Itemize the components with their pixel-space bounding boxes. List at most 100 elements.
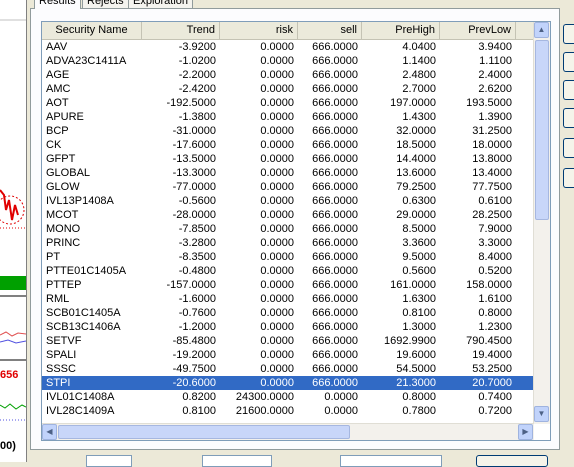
table-row[interactable]: GLOBAL -13.3000 0.0000 666.0000 13.6000 13.40… <box>42 166 536 180</box>
side-button-1[interactable] <box>563 24 574 44</box>
side-button-5[interactable] <box>563 138 574 158</box>
column-header-trend[interactable]: Trend <box>142 22 220 39</box>
table-row[interactable]: SCB01C1405A -0.7600 0.0000 666.0000 0.8100 0.… <box>42 306 536 320</box>
tab-rejects[interactable]: Rejects <box>82 0 129 8</box>
cell-prevlow: 1.1100 <box>479 55 512 67</box>
table-row[interactable]: IVL28C1409A 0.8100 21600.0000 0.0000 0.7800 0… <box>42 404 536 418</box>
table-row[interactable]: AGE -2.2000 0.0000 666.0000 2.4800 2.4000 <box>42 68 536 82</box>
table-row[interactable]: AMC -2.4200 0.0000 666.0000 2.7000 2.6200 <box>42 82 536 96</box>
table-row[interactable]: STPI -20.6000 0.0000 666.0000 21.3000 20.7000 <box>42 376 536 390</box>
tab-exploration[interactable]: Exploration <box>128 0 194 8</box>
table-row[interactable]: SSSC -49.7500 0.0000 666.0000 54.5000 53.2500 <box>42 362 536 376</box>
cell-security-name: SPALI <box>46 349 77 361</box>
cell-prehigh: 1.3000 <box>402 321 436 333</box>
scroll-down-button[interactable]: ▼ <box>534 406 549 422</box>
horizontal-scrollbar[interactable]: ◀ ▶ <box>42 423 534 440</box>
column-header-prehigh[interactable]: PreHigh <box>362 22 440 39</box>
table-row[interactable]: PTTE01C1405A -0.4800 0.0000 666.0000 0.5600 0… <box>42 264 536 278</box>
results-grid[interactable]: Security Name Trend risk sell PreHigh Pr… <box>41 21 551 441</box>
cell-security-name: GFPT <box>46 153 76 165</box>
cell-sell: 666.0000 <box>312 111 358 123</box>
horizontal-scroll-thumb[interactable] <box>58 425 350 439</box>
cell-prehigh: 32.0000 <box>396 125 436 137</box>
cell-sell: 666.0000 <box>312 125 358 137</box>
cell-risk: 0.0000 <box>260 279 294 291</box>
table-row[interactable]: IVL01C1408A 0.8200 24300.0000 0.0000 0.8000 0… <box>42 390 536 404</box>
cell-risk: 0.0000 <box>260 97 294 109</box>
vertical-scroll-thumb[interactable] <box>535 40 549 220</box>
table-row[interactable]: AOT -192.5000 0.0000 666.0000 197.0000 193.50… <box>42 96 536 110</box>
cell-trend: 0.8100 <box>182 405 216 417</box>
cell-prehigh: 0.8000 <box>402 391 436 403</box>
table-row[interactable]: MCOT -28.0000 0.0000 666.0000 29.0000 28.2500 <box>42 208 536 222</box>
table-row[interactable]: APURE -1.3800 0.0000 666.0000 1.4300 1.3900 <box>42 110 536 124</box>
cell-risk: 0.0000 <box>260 223 294 235</box>
scroll-up-button[interactable]: ▲ <box>534 22 549 38</box>
table-row[interactable]: GLOW -77.0000 0.0000 666.0000 79.2500 77.7500 <box>42 180 536 194</box>
bottom-button[interactable] <box>476 455 548 467</box>
cell-prevlow: 1.3900 <box>478 111 512 123</box>
table-row[interactable]: PRINC -3.2800 0.0000 666.0000 3.3600 3.3000 <box>42 236 536 250</box>
cell-prehigh: 4.0400 <box>402 41 436 53</box>
table-row[interactable]: BCP -31.0000 0.0000 666.0000 32.0000 31.2500 <box>42 124 536 138</box>
bottom-input-1[interactable] <box>86 455 132 467</box>
cell-prehigh: 1.4300 <box>402 111 436 123</box>
tab-results[interactable]: Results <box>34 0 81 9</box>
cell-trend: -7.8500 <box>178 223 216 235</box>
cell-trend: -13.3000 <box>172 167 216 179</box>
cell-prevlow: 0.5200 <box>478 265 512 277</box>
column-header-risk[interactable]: risk <box>220 22 298 39</box>
table-row[interactable]: AAV -3.9200 0.0000 666.0000 4.0400 3.9400 <box>42 40 536 54</box>
vertical-scrollbar[interactable]: ▲ ▼ <box>533 22 550 424</box>
cell-security-name: PTTEP <box>46 279 82 291</box>
cell-trend: 0.8200 <box>182 391 216 403</box>
cell-sell: 666.0000 <box>312 293 358 305</box>
side-button-2[interactable] <box>563 52 574 72</box>
cell-security-name: AOT <box>46 97 69 109</box>
cell-sell: 666.0000 <box>312 237 358 249</box>
cell-prevlow: 13.4000 <box>472 167 512 179</box>
cell-prevlow: 3.9400 <box>478 41 512 53</box>
cell-trend: -19.2000 <box>172 349 216 361</box>
cell-security-name: AAV <box>46 41 68 53</box>
cell-sell: 666.0000 <box>312 321 358 333</box>
cell-sell: 666.0000 <box>312 335 358 347</box>
cell-risk: 0.0000 <box>260 209 294 221</box>
cell-risk: 0.0000 <box>260 153 294 165</box>
grid-rows: AAV -3.9200 0.0000 666.0000 4.0400 3.9400 ADVA… <box>42 40 536 418</box>
table-row[interactable]: SETVF -85.4800 0.0000 666.0000 1692.9900 790.… <box>42 334 536 348</box>
table-row[interactable]: SPALI -19.2000 0.0000 666.0000 19.6000 19.400… <box>42 348 536 362</box>
table-row[interactable]: SCB13C1406A -1.2000 0.0000 666.0000 1.3000 1.… <box>42 320 536 334</box>
cell-prehigh: 1.6300 <box>402 293 436 305</box>
cell-prehigh: 0.7800 <box>402 405 436 417</box>
cell-prehigh: 9.5000 <box>402 251 436 263</box>
table-row[interactable]: GFPT -13.5000 0.0000 666.0000 14.4000 13.8000 <box>42 152 536 166</box>
scroll-left-button[interactable]: ◀ <box>42 424 57 440</box>
table-row[interactable]: IVL13P1408A -0.5600 0.0000 666.0000 0.6300 0.… <box>42 194 536 208</box>
table-row[interactable]: CK -17.6000 0.0000 666.0000 18.5000 18.0000 <box>42 138 536 152</box>
cell-risk: 0.0000 <box>260 195 294 207</box>
side-button-4[interactable] <box>563 108 574 128</box>
table-row[interactable]: MONO -7.8500 0.0000 666.0000 8.5000 7.9000 <box>42 222 536 236</box>
cell-prevlow: 0.6100 <box>478 195 512 207</box>
cell-sell: 666.0000 <box>312 139 358 151</box>
column-header-sell[interactable]: sell <box>298 22 362 39</box>
table-row[interactable]: PT -8.3500 0.0000 666.0000 9.5000 8.4000 <box>42 250 536 264</box>
side-button-3[interactable] <box>563 80 574 100</box>
bottom-combo-2[interactable] <box>340 455 442 467</box>
table-row[interactable]: ADVA23C1411A -1.0200 0.0000 666.0000 1.1400 1… <box>42 54 536 68</box>
cell-prevlow: 18.0000 <box>472 139 512 151</box>
table-row[interactable]: PTTEP -157.0000 0.0000 666.0000 161.0000 158.… <box>42 278 536 292</box>
cell-security-name: PRINC <box>46 237 81 249</box>
scroll-right-button[interactable]: ▶ <box>518 424 533 440</box>
cell-prevlow: 1.2300 <box>478 321 512 333</box>
column-header-prevlow[interactable]: PrevLow <box>440 22 516 39</box>
bottom-combo-1[interactable] <box>202 455 272 467</box>
column-header-security-name[interactable]: Security Name <box>42 22 142 39</box>
side-button-6[interactable] <box>563 168 574 188</box>
cell-trend: -3.9200 <box>178 41 216 53</box>
cell-prevlow: 28.2500 <box>472 209 512 221</box>
cell-trend: -0.4800 <box>178 265 216 277</box>
table-row[interactable]: RML -1.6000 0.0000 666.0000 1.6300 1.6100 <box>42 292 536 306</box>
cell-risk: 0.0000 <box>260 125 294 137</box>
